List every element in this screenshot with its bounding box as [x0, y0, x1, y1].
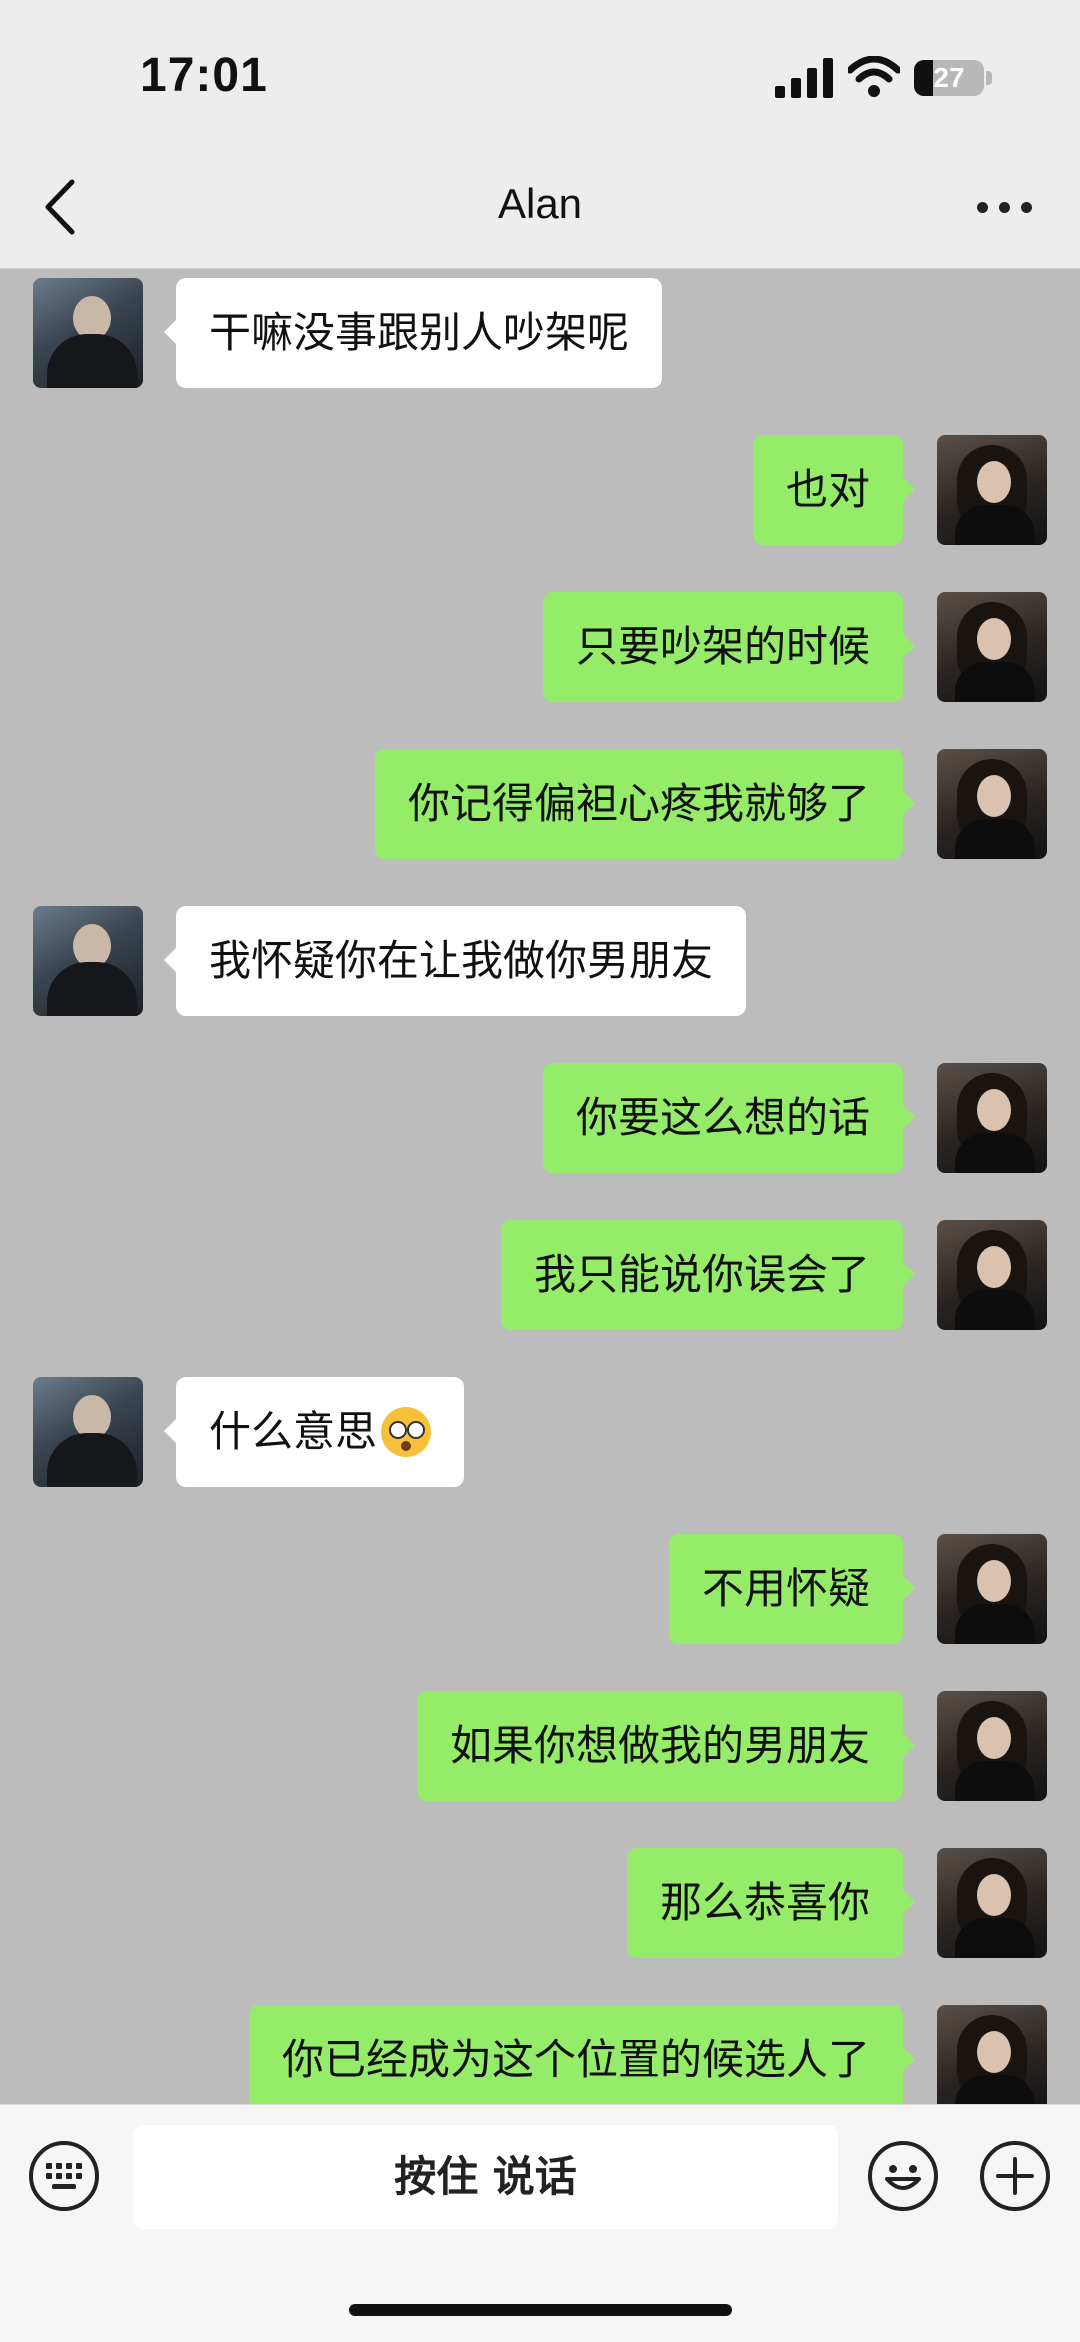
message-text: 我怀疑你在让我做你男朋友 [209, 936, 714, 985]
status-time: 17:01 [140, 49, 268, 102]
sent-message-bubble[interactable]: 如果你想做我的男朋友 [416, 1691, 916, 1801]
message-row: 你记得偏袒心疼我就够了 [0, 749, 1080, 859]
my-avatar[interactable] [937, 1691, 1047, 1801]
sent-message-bubble[interactable]: 也对 [752, 435, 916, 545]
contact-avatar[interactable] [33, 906, 143, 1016]
sent-message-bubble[interactable]: 你已经成为这个位置的候选人了 [248, 2005, 916, 2104]
my-avatar[interactable] [937, 1534, 1047, 1644]
keyboard-icon [46, 2163, 82, 2189]
battery-cap [986, 71, 992, 85]
flushed-face-icon [381, 1406, 432, 1457]
message-row: 不用怀疑 [0, 1534, 1080, 1644]
more-options-button[interactable] [975, 198, 1035, 218]
my-avatar[interactable] [937, 435, 1047, 545]
message-row: 你要这么想的话 [0, 1063, 1080, 1173]
message-text: 那么恭喜你 [659, 1878, 870, 1927]
message-row: 我只能说你误会了 [0, 1220, 1080, 1330]
message-text: 你要这么想的话 [575, 1093, 870, 1142]
cellular-signal-icon [775, 58, 833, 98]
my-avatar[interactable] [937, 749, 1047, 859]
dot-icon [977, 202, 988, 213]
sent-message-bubble[interactable]: 只要吵架的时候 [542, 592, 916, 702]
top-bar: 17:01 27 Alan [0, 0, 1080, 269]
message-list[interactable]: 干嘛没事跟别人吵架呢也对只要吵架的时候你记得偏袒心疼我就够了我怀疑你在让我做你男… [0, 270, 1080, 2104]
message-text: 也对 [785, 465, 870, 514]
message-row: 如果你想做我的男朋友 [0, 1691, 1080, 1801]
message-text: 你记得偏袒心疼我就够了 [407, 779, 870, 828]
battery-icon: 27 [914, 60, 984, 96]
message-text: 如果你想做我的男朋友 [449, 1721, 870, 1770]
contact-avatar[interactable] [33, 278, 143, 388]
more-functions-button[interactable] [980, 2141, 1050, 2211]
received-message-bubble[interactable]: 我怀疑你在让我做你男朋友 [163, 906, 747, 1016]
message-row: 我怀疑你在让我做你男朋友 [0, 906, 1080, 1016]
contact-avatar[interactable] [33, 1377, 143, 1487]
chat-title: Alan [497, 180, 583, 227]
hold-to-talk-button[interactable]: 按住 说话 [133, 2125, 838, 2229]
received-message-bubble[interactable]: 干嘛没事跟别人吵架呢 [163, 278, 663, 388]
message-row: 你已经成为这个位置的候选人了 [0, 2005, 1080, 2104]
my-avatar[interactable] [937, 1848, 1047, 1958]
message-row: 那么恭喜你 [0, 1848, 1080, 1958]
dot-icon [1021, 202, 1032, 213]
message-row: 干嘛没事跟别人吵架呢 [0, 278, 1080, 388]
my-avatar[interactable] [937, 592, 1047, 702]
wifi-icon [848, 56, 900, 97]
plus-icon [996, 2157, 1034, 2195]
received-message-bubble[interactable]: 什么意思 [163, 1377, 465, 1487]
message-row: 什么意思 [0, 1377, 1080, 1487]
message-text: 干嘛没事跟别人吵架呢 [209, 308, 630, 357]
sent-message-bubble[interactable]: 那么恭喜你 [626, 1848, 916, 1958]
sent-message-bubble[interactable]: 不用怀疑 [668, 1534, 916, 1644]
my-avatar[interactable] [937, 2005, 1047, 2104]
message-text: 不用怀疑 [701, 1564, 870, 1613]
home-indicator[interactable] [349, 2304, 732, 2316]
my-avatar[interactable] [937, 1063, 1047, 1173]
message-text: 只要吵架的时候 [575, 622, 870, 671]
message-text: 什么意思 [209, 1407, 378, 1456]
keyboard-toggle-button[interactable] [29, 2141, 99, 2211]
sent-message-bubble[interactable]: 你要这么想的话 [542, 1063, 916, 1173]
dot-icon [999, 202, 1010, 213]
message-text: 我只能说你误会了 [533, 1250, 870, 1299]
battery-percentage: 27 [933, 62, 965, 93]
my-avatar[interactable] [937, 1220, 1047, 1330]
sent-message-bubble[interactable]: 你记得偏袒心疼我就够了 [374, 749, 916, 859]
sent-message-bubble[interactable]: 我只能说你误会了 [500, 1220, 916, 1330]
message-row: 也对 [0, 435, 1080, 545]
smiley-icon [885, 2165, 921, 2190]
emoji-button[interactable] [868, 2141, 938, 2211]
message-text: 你已经成为这个位置的候选人了 [281, 2035, 870, 2084]
message-row: 只要吵架的时候 [0, 592, 1080, 702]
